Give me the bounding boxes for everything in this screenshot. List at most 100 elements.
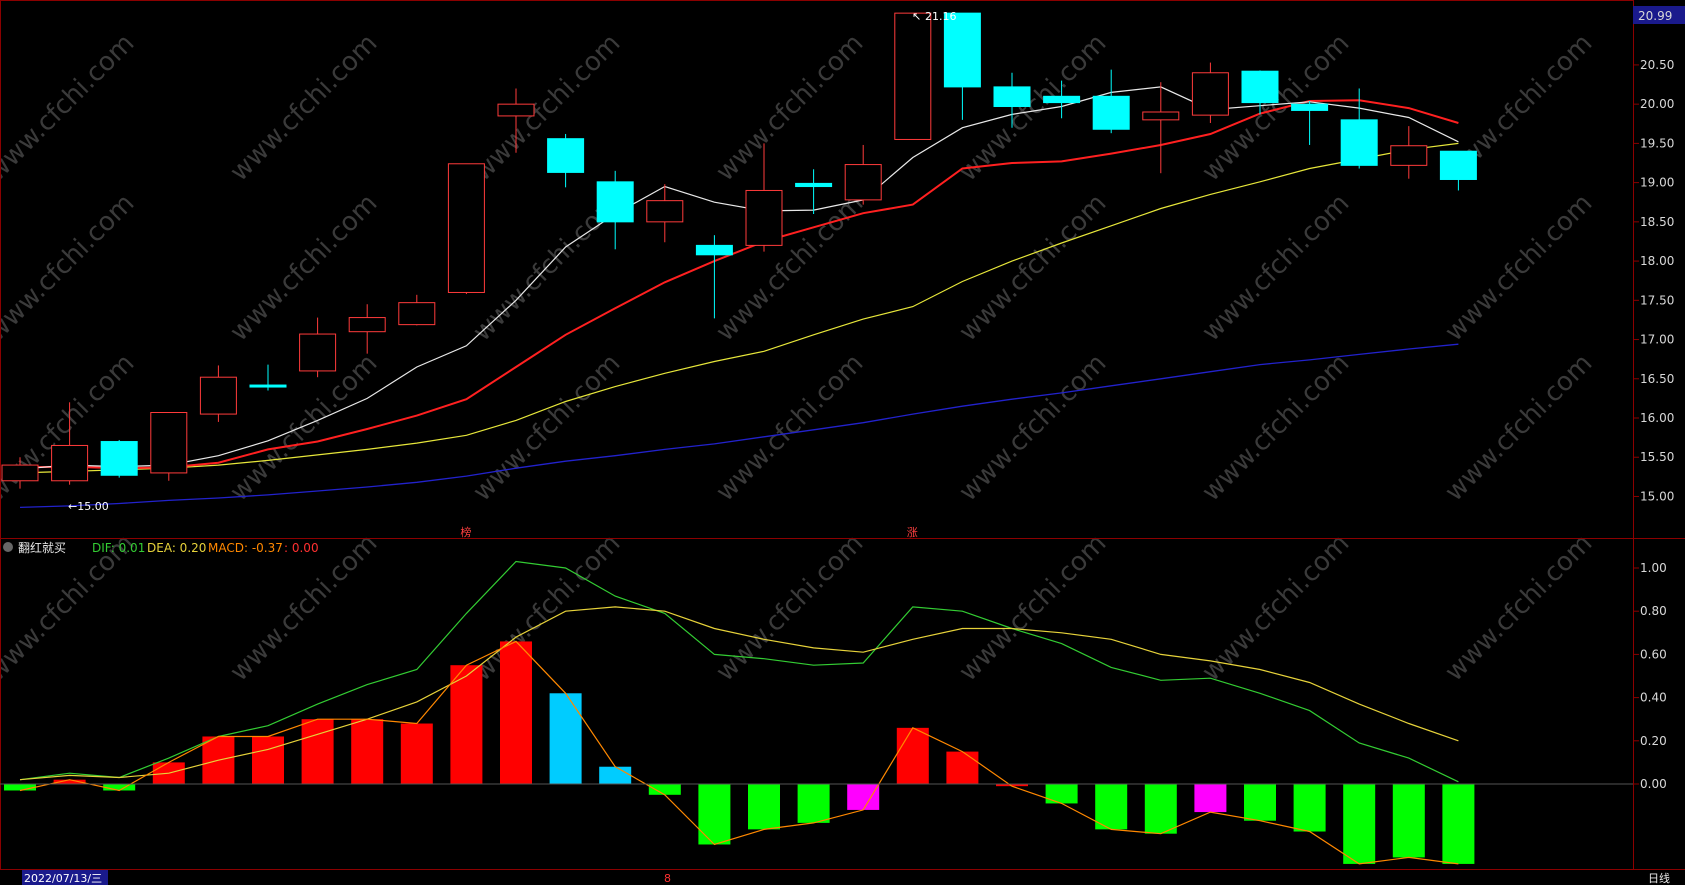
svg-text:↖: ↖: [912, 10, 921, 23]
macd-tick-label: 0.80: [1640, 604, 1667, 618]
price-tick-label: 19.50: [1640, 136, 1674, 150]
candle: [1439, 150, 1477, 191]
price-tick-label: 18.00: [1640, 254, 1674, 268]
current-price-box: 20.99: [1633, 6, 1685, 24]
low-annotation-text: ←15.00: [68, 500, 109, 513]
macd-bar: [450, 665, 483, 784]
macd-bar: [1194, 784, 1227, 813]
price-tick-label: 20.50: [1640, 58, 1674, 72]
watermark-text: www.cfchi.com: [0, 28, 140, 187]
macd-bar: [946, 751, 979, 784]
candle-body: [1390, 145, 1428, 166]
candle: [1390, 126, 1428, 179]
watermark-text: www.cfchi.com: [953, 528, 1112, 687]
period-label[interactable]: 日线: [1648, 871, 1670, 885]
candle: [894, 12, 932, 140]
macd-bar: [252, 736, 284, 784]
candle: [348, 304, 386, 354]
candle-body: [1191, 72, 1229, 116]
macd-title: 翻红就买: [18, 540, 66, 555]
candle-body: [943, 12, 981, 88]
candle-body: [844, 164, 882, 201]
macd-tick-label: 0.20: [1640, 734, 1667, 748]
candle-body: [1142, 111, 1180, 121]
candle: [943, 12, 981, 120]
candle-body: [795, 182, 833, 188]
watermark-text: www.cfchi.com: [1439, 188, 1598, 347]
candle-body: [1241, 70, 1279, 104]
macd-header: 翻红就买 DIF: 0.01 DEA: 0.20 MACD: -0.37 : 0…: [3, 540, 319, 555]
candle: [547, 133, 585, 188]
macd-tick-label: 0.00: [1640, 777, 1667, 791]
candle-body: [894, 12, 932, 140]
macd-bar: [1045, 784, 1078, 804]
candle-body: [398, 302, 436, 326]
candle: [596, 170, 634, 250]
watermark-text: www.cfchi.com: [1196, 528, 1355, 687]
candle-body: [299, 333, 337, 372]
candle-body: [447, 163, 485, 293]
candle-body: [199, 376, 237, 415]
macd-bar: [648, 784, 681, 795]
watermark-text: www.cfchi.com: [1196, 188, 1355, 347]
candle: [1191, 62, 1229, 123]
candle: [100, 439, 138, 478]
dif-label: DIF: 0.01: [92, 541, 145, 555]
stock-chart: www.cfchi.com www.cfchi.com www.cfchi.com w…: [0, 0, 1685, 885]
macd-extra-label: : 0.00: [284, 541, 319, 555]
macd-bar: [797, 784, 830, 823]
candle: [249, 364, 287, 391]
candle: [695, 235, 733, 319]
macd-tick-label: 0.60: [1640, 647, 1667, 661]
macd-label: MACD: -0.37: [208, 541, 283, 555]
price-tick-label: 17.00: [1640, 333, 1674, 347]
macd-bar: [748, 784, 780, 830]
price-tick-label: 16.50: [1640, 372, 1674, 386]
candle: [199, 365, 237, 422]
candle: [1142, 82, 1180, 174]
macd-bar: [549, 693, 582, 784]
price-tick-label: 19.00: [1640, 176, 1674, 190]
candle-body: [249, 384, 287, 388]
price-tick-label: 16.00: [1640, 411, 1674, 425]
candle: [299, 317, 337, 378]
current-price-label: 20.99: [1638, 9, 1672, 23]
candle-body: [497, 103, 535, 117]
price-tick-label: 15.50: [1640, 450, 1674, 464]
high-annotation-text: 21.16: [925, 10, 957, 23]
macd-bar: [1144, 784, 1177, 834]
macd-tick-label: 0.40: [1640, 691, 1667, 705]
candle: [447, 163, 485, 295]
candle-body: [1439, 150, 1477, 180]
watermark-text: www.cfchi.com: [1439, 348, 1598, 507]
candle: [844, 144, 882, 205]
macd-bar: [599, 766, 632, 784]
macd-bar: [351, 719, 384, 784]
watermark-text: www.cfchi.com: [0, 348, 140, 507]
macd-lines: [19, 560, 1459, 865]
watermark-text: www.cfchi.com: [953, 188, 1112, 347]
price-tick-label: 20.00: [1640, 97, 1674, 111]
macd-bar: [1343, 784, 1376, 864]
high-annotation: ↖ 21.16: [912, 10, 957, 23]
dea-label: DEA: 0.20: [147, 541, 206, 555]
watermark-text: www.cfchi.com: [710, 348, 869, 507]
date-label: 2022/07/13/三: [24, 872, 102, 885]
candle: [1291, 101, 1329, 145]
indicator-gear-icon[interactable]: [3, 542, 13, 552]
candle-body: [1291, 103, 1329, 111]
candle: [1092, 69, 1130, 134]
macd-bar: [1392, 784, 1425, 858]
macd-bar: [847, 784, 880, 810]
watermark-text: www.cfchi.com: [0, 188, 140, 347]
price-tick-label: 18.50: [1640, 215, 1674, 229]
macd-bar: [1442, 784, 1475, 864]
candle-body: [993, 86, 1031, 108]
candle: [398, 294, 436, 326]
candle: [150, 412, 188, 481]
candle-body: [745, 189, 783, 246]
chart-frame: [0, 0, 1634, 870]
macd-bar: [301, 719, 334, 784]
macd-bar: [698, 784, 731, 845]
candle-body: [646, 200, 684, 223]
